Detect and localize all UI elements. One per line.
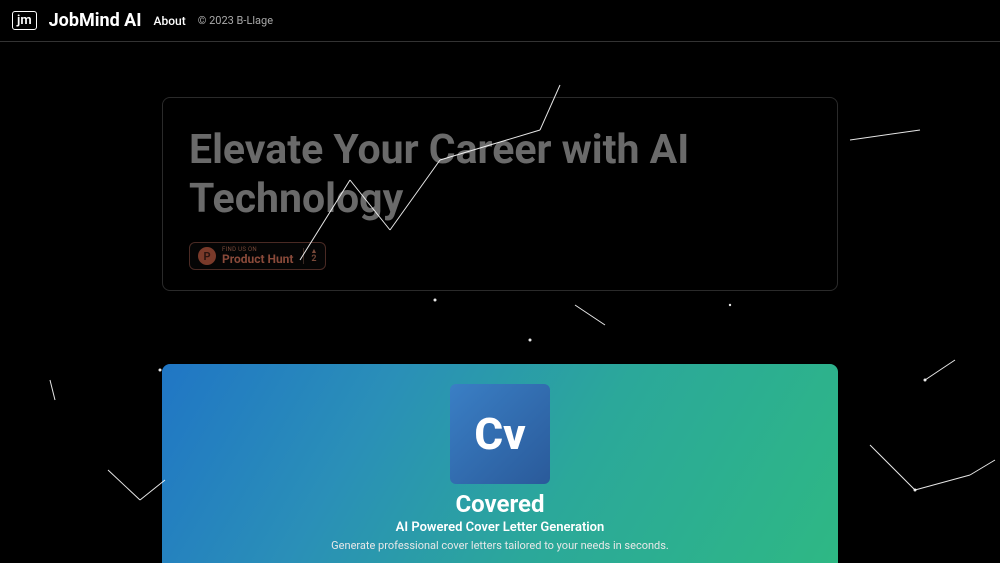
product-hunt-badge[interactable]: P Find us on Product Hunt ▲ 2 bbox=[189, 242, 326, 270]
brand-name[interactable]: JobMind AI bbox=[49, 10, 142, 31]
feature-subtitle: AI Powered Cover Letter Generation bbox=[396, 520, 605, 535]
feature-title: Covered bbox=[455, 490, 544, 518]
about-link[interactable]: About bbox=[154, 14, 186, 28]
hero-title: Elevate Your Career with AI Technology bbox=[189, 126, 811, 224]
ph-main-text: Product Hunt bbox=[222, 253, 293, 265]
navbar: jm JobMind AI About © 2023 B-Llage bbox=[0, 0, 1000, 42]
copyright-text: © 2023 B-Llage bbox=[198, 14, 273, 27]
cv-icon-text: Cv bbox=[474, 412, 525, 456]
product-hunt-text: Find us on Product Hunt bbox=[222, 247, 293, 265]
logo-icon[interactable]: jm bbox=[12, 11, 37, 31]
ph-upvote: ▲ 2 bbox=[303, 248, 317, 264]
feature-description: Generate professional cover letters tail… bbox=[331, 539, 669, 552]
cv-icon: Cv bbox=[450, 384, 550, 484]
hero-card: Elevate Your Career with AI Technology P… bbox=[162, 97, 838, 291]
product-hunt-icon: P bbox=[198, 247, 216, 265]
ph-count: 2 bbox=[311, 255, 316, 264]
feature-card[interactable]: Cv Covered AI Powered Cover Letter Gener… bbox=[162, 364, 838, 563]
